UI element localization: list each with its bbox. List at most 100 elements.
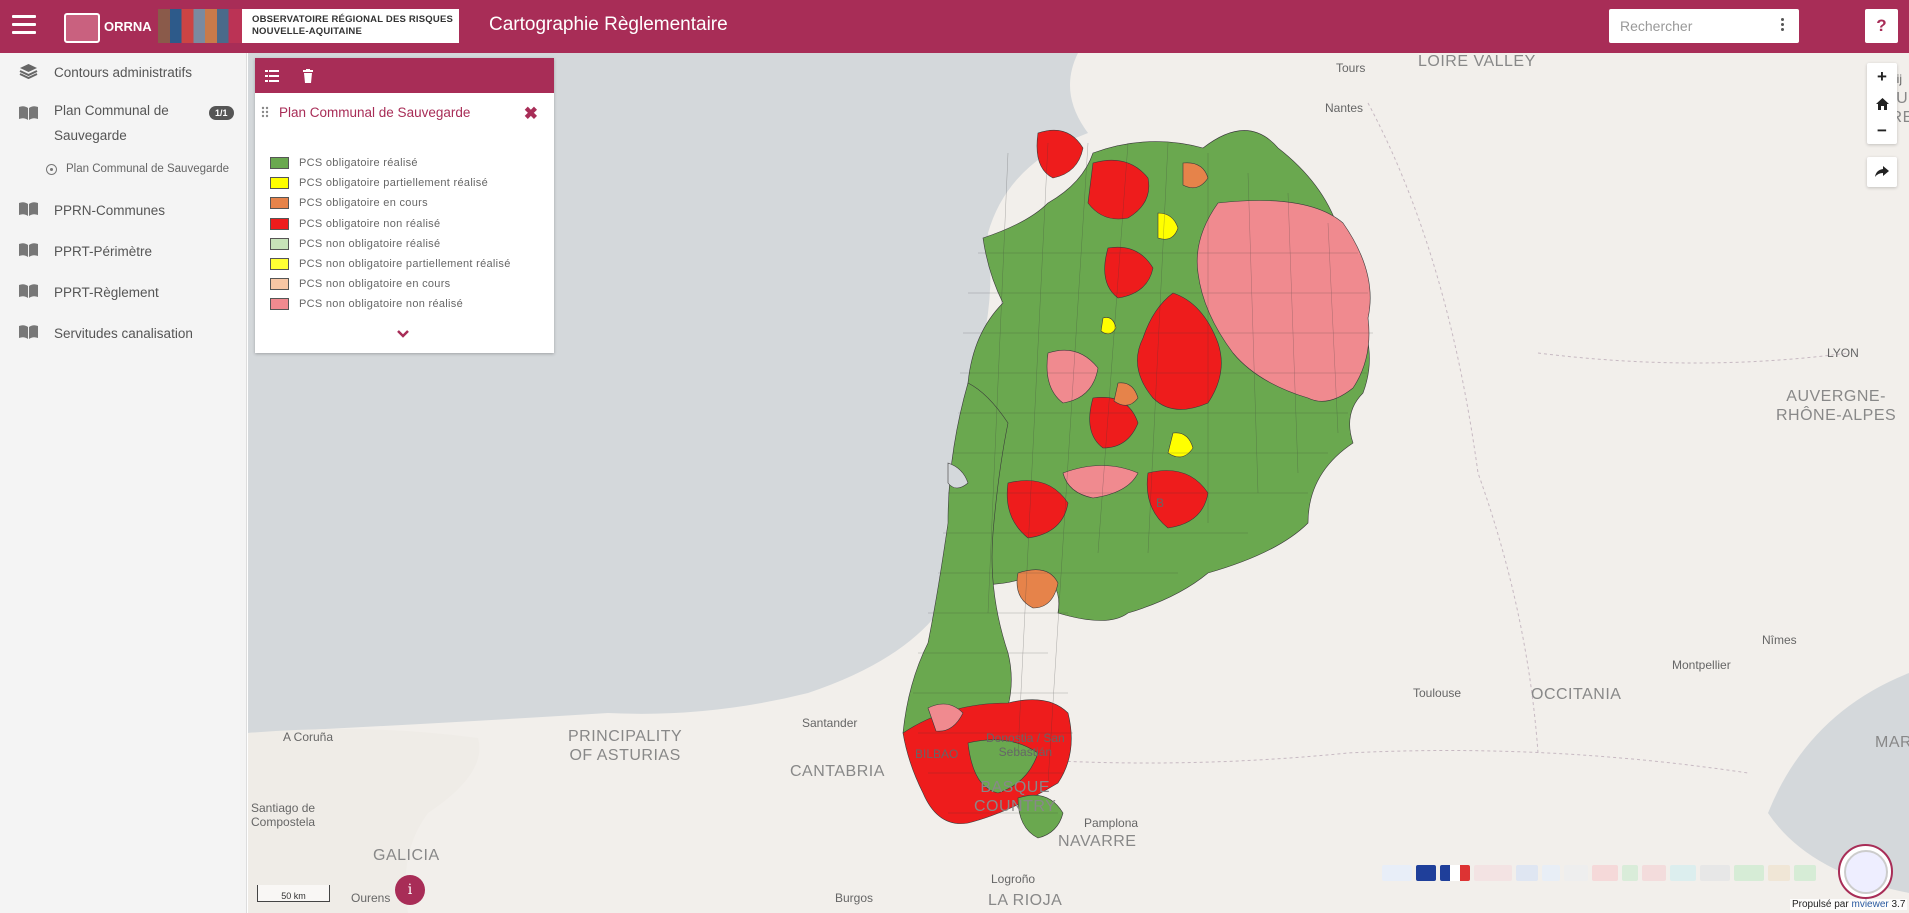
sidebar-item-pprt-perimetre[interactable]: PPRT-Périmètre [0,237,247,265]
logo-photo-strip [158,9,242,43]
book-icon [19,202,38,216]
partner-logo [1542,865,1560,881]
search-box[interactable] [1609,9,1799,43]
help-button[interactable]: ? [1865,9,1898,43]
map-label-asturias: PRINCIPALITY OF ASTURIAS [568,728,683,764]
legend-item: PCS obligatoire réalisé [270,153,511,173]
partner-logo [1592,865,1618,881]
map-label-b: B [1156,496,1165,510]
home-icon[interactable] [1867,90,1897,117]
partner-logo [1768,865,1790,881]
map-label-acoruna: A Coruña [283,730,334,744]
legend-swatch [270,278,289,291]
book-icon [19,106,38,120]
attribution: Propulsé par mviewer 3.7 [1790,899,1908,910]
map-label-lyon: LYON [1827,346,1859,360]
book-icon [19,325,38,339]
search-options-icon[interactable] [1781,18,1785,33]
zoom-out-icon[interactable]: − [1867,117,1897,144]
legend-items: PCS obligatoire réalisé PCS obligatoire p… [270,153,511,315]
legend-swatch [270,197,289,210]
mviewer-link[interactable]: mviewer [1851,899,1888,910]
legend-item-label: PCS non obligatoire non réalisé [299,298,464,311]
eu-flag-logo [1416,865,1436,881]
partner-logo [1622,865,1638,881]
sidebar-item-contours[interactable]: Contours administratifs [0,58,247,86]
map-label-tours: Tours [1336,61,1366,75]
map-label-nimes: Nîmes [1762,633,1797,647]
map-label-auvergne: AUVERGNE- RHÔNE-ALPES [1776,388,1897,424]
legend-item: PCS non obligatoire réalisé [270,234,511,254]
partner-logo [1516,865,1538,881]
overview-map-button[interactable] [1838,844,1893,899]
legend-item: PCS non obligatoire partiellement réalis… [270,254,511,274]
legend-item-label: PCS non obligatoire en cours [299,278,451,291]
legend-swatch [270,217,289,230]
trash-icon[interactable] [301,68,315,83]
map-label-loire-valley: LOIRE VALLEY [1418,53,1536,70]
sidebar-subitem-pcs[interactable]: Plan Communal de Sauvegarde [46,163,229,175]
sidebar-item-pcs[interactable]: Plan Communal de Sauvegarde 1/1 [0,98,247,153]
legend-item-label: PCS non obligatoire réalisé [299,237,441,250]
layers-icon [19,64,38,79]
republique-logo [1440,865,1470,881]
legend-item-label: PCS obligatoire en cours [299,197,428,210]
legend-panel: Plan Communal de Sauvegarde ✖ PCS obliga… [255,58,554,353]
legend-swatch [270,157,289,170]
layer-count-badge: 1/1 [209,106,234,120]
map-label-cantabria: CANTABRIA [790,763,885,780]
map-label-burgos: Burgos [835,891,874,905]
partner-logo [1474,865,1512,881]
share-icon[interactable] [1867,157,1897,187]
map-label-toulouse: Toulouse [1413,686,1462,700]
legend-item-label: PCS obligatoire réalisé [299,157,418,170]
book-icon [19,284,38,298]
map-label-ourense: Ourens [351,891,391,905]
legend-layer-title: Plan Communal de Sauvegarde [279,104,471,120]
map-label-basque: BASQUE COUNTRY [974,779,1057,815]
drag-handle-icon[interactable] [261,106,269,118]
partner-logo [1700,865,1730,881]
top-bar: ORRNA OBSERVATOIRE RÉGIONAL DES RISQUES … [0,0,1909,53]
map-label-santander: Santander [802,716,858,730]
map-label-occitania: OCCITANIA [1531,686,1622,703]
book-icon [19,243,38,257]
scale-bar: 50 km [257,885,330,902]
map-label-marseille: MARSEILL [1875,734,1909,751]
logo-acronym: ORRNA [58,9,158,43]
app-title: Cartographie Règlementaire [489,14,728,35]
sidebar-item-servitudes[interactable]: Servitudes canalisation [0,319,247,347]
partner-logo [1642,865,1666,881]
map-label-bilbao: BILBAO [915,747,959,761]
close-icon[interactable]: ✖ [524,104,538,124]
legend-item-label: PCS obligatoire non réalisé [299,217,441,230]
search-input[interactable] [1620,18,1770,34]
legend-item-label: PCS obligatoire partiellement réalisé [299,177,489,190]
partner-logo [1670,865,1696,881]
map-label-logrono: Logroño [991,872,1036,886]
map-label-larioja: LA RIOJA [988,892,1063,909]
map-label-galicia: GALICIA [373,847,440,864]
partner-logo [1734,865,1764,881]
partner-logo [1382,865,1412,881]
list-icon[interactable] [265,69,279,83]
legend-toolbar [255,58,554,93]
orrna-logo[interactable]: ORRNA OBSERVATOIRE RÉGIONAL DES RISQUES … [58,9,459,43]
radio-selected-icon[interactable] [46,163,57,175]
sidebar-item-pprt-reglement[interactable]: PPRT-Règlement [0,278,247,306]
map-zoom-controls: + − [1867,63,1897,144]
legend-swatch [270,237,289,250]
map-label-pamplona: Pamplona [1084,816,1139,830]
legend-item: PCS obligatoire en cours [270,193,511,213]
logo-text: OBSERVATOIRE RÉGIONAL DES RISQUES NOUVEL… [252,14,454,37]
chevron-down-icon[interactable] [395,328,411,340]
legend-item: PCS non obligatoire en cours [270,274,511,294]
info-button[interactable]: i [395,875,425,905]
partner-logos [1382,862,1842,884]
menu-icon[interactable] [12,15,36,37]
sidebar-item-pprn[interactable]: PPRN-Communes [0,196,247,224]
map-label-navarre: NAVARRE [1058,833,1137,850]
zoom-in-icon[interactable]: + [1867,63,1897,90]
legend-item: PCS obligatoire non réalisé [270,214,511,234]
map-label-santiago: Santiago de Compostela [251,801,316,829]
